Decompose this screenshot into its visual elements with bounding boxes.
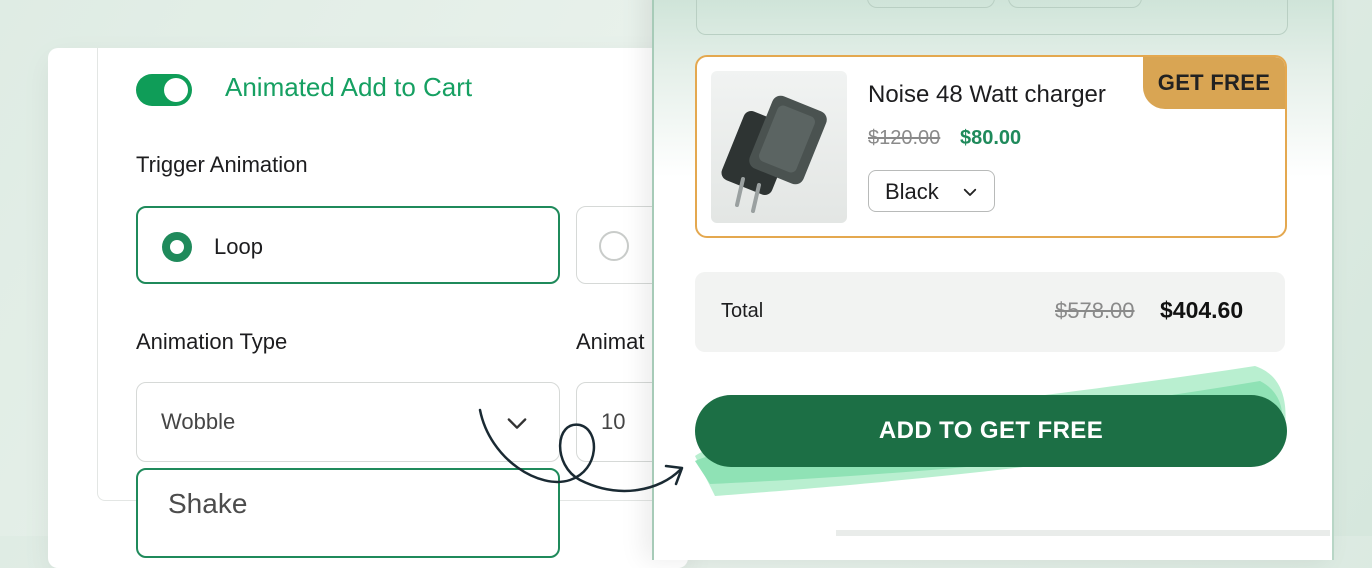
radio-unselected-icon <box>599 231 629 261</box>
total-label: Total <box>721 300 764 322</box>
free-gift-product-card: GET FREE Noise 48 Watt charger $120.00 $… <box>695 55 1287 238</box>
dropdown-option-label: Shake <box>168 488 248 519</box>
original-price: $120.00 <box>868 127 941 149</box>
chevron-down-icon <box>963 188 977 196</box>
charger-image <box>711 71 847 223</box>
product-name: Noise 48 Watt charger <box>868 81 1106 108</box>
radio-label-loop: Loop <box>214 234 263 259</box>
variant-value: Black <box>885 179 939 204</box>
sale-price: $80.00 <box>960 127 1022 149</box>
second-field-label: Animat <box>576 329 645 354</box>
animation-type-label: Animation Type <box>136 329 288 354</box>
total-original-price: $578.00 <box>1055 298 1135 323</box>
radio-selected-icon <box>162 232 192 262</box>
curved-arrow-icon <box>478 408 684 493</box>
trigger-animation-label: Trigger Animation <box>136 152 308 177</box>
previous-item-card <box>696 0 1288 35</box>
toggle-label: Animated Add to Cart <box>225 72 473 102</box>
cart-total: Total $578.00 $404.60 <box>695 272 1285 352</box>
radio-option-loop[interactable]: Loop <box>136 206 560 284</box>
toggle-knob <box>164 78 188 102</box>
total-price: $404.60 <box>1160 297 1244 323</box>
animated-add-to-cart-toggle[interactable] <box>136 74 192 106</box>
variant-select[interactable]: Black <box>868 170 995 212</box>
bottom-divider <box>836 530 1330 536</box>
previous-item-control[interactable] <box>1008 0 1142 8</box>
previous-item-control[interactable] <box>867 0 995 8</box>
charger-icon <box>721 95 827 213</box>
animation-type-value: Wobble <box>161 409 236 434</box>
get-free-badge: GET FREE <box>1143 57 1285 109</box>
add-to-get-free-button[interactable]: ADD TO GET FREE <box>695 395 1287 467</box>
